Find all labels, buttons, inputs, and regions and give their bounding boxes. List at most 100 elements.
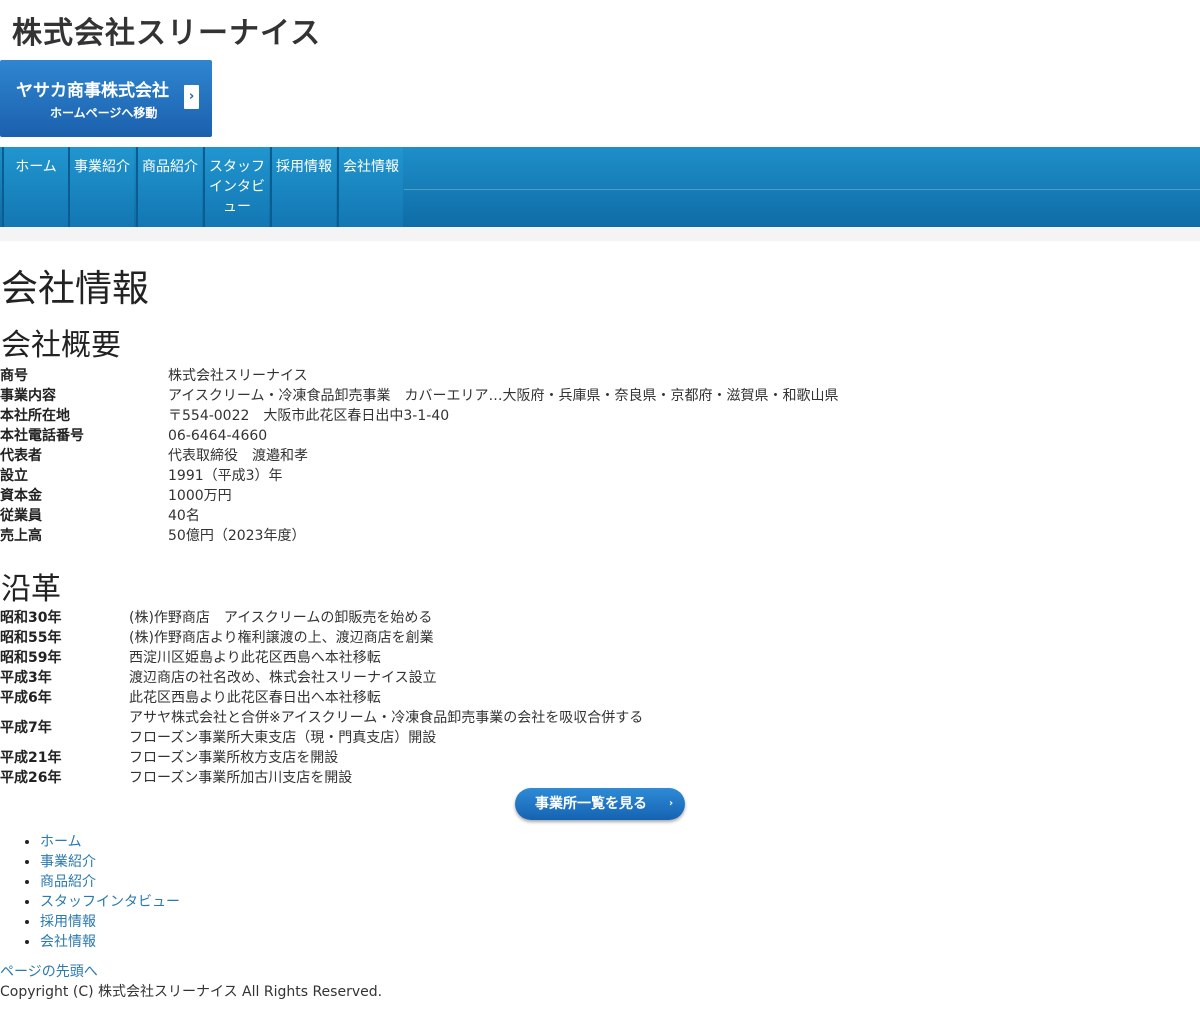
yasaka-homepage-banner[interactable]: ヤサカ商事株式会社 ホームページへ移動 › (0, 60, 212, 137)
table-row: 平成6年 此花区西島より此花区春日出へ本社移転 (0, 688, 643, 708)
history-event-cell: (株)作野商店 アイスクリームの卸販売を始める (129, 608, 643, 628)
history-event: 西淀川区姫島より此花区西島へ本社移転 (129, 650, 381, 666)
footer-link-staff-interview[interactable]: スタッフインタビュー (40, 894, 180, 910)
table-row: 平成26年 フローズン事業所加古川支店を開設 (0, 768, 643, 788)
nav-item-products[interactable]: 商品紹介 (136, 147, 202, 227)
site-title: 株式会社スリーナイス (12, 16, 322, 51)
history-year: 平成7年 (0, 720, 52, 736)
page-title: 会社情報 (1, 267, 149, 310)
chevron-right-icon: › (669, 798, 674, 809)
footer-link-products[interactable]: 商品紹介 (40, 874, 96, 890)
office-list-button[interactable]: 事業所一覧を見る › (515, 788, 685, 820)
global-nav: ホーム 事業紹介 商品紹介 スタッフインタビュー 採用情報 会社情報 (0, 147, 1200, 227)
footer-link-home[interactable]: ホーム (40, 834, 82, 850)
row-value: アイスクリーム・冷凍食品卸売事業 カバーエリア…大阪府・兵庫県・奈良県・京都府・… (168, 388, 839, 404)
list-item: 採用情報 (40, 912, 180, 932)
nav-item-staff-interview[interactable]: スタッフインタビュー (203, 147, 269, 227)
row-value: 〒554-0022 大阪市此花区春日出中3-1-40 (168, 408, 450, 424)
table-row: 本社電話番号 06-6464-4660 (0, 426, 838, 446)
row-label: 本社所在地 (0, 408, 70, 424)
list-item: スタッフインタビュー (40, 892, 180, 912)
table-row: 売上高 50億円（2023年度） (0, 526, 838, 546)
row-label: 事業内容 (0, 388, 56, 404)
list-item: 事業紹介 (40, 852, 180, 872)
table-row: 資本金 1000万円 (0, 486, 838, 506)
table-row: 昭和55年 (株)作野商店より権利譲渡の上、渡辺商店を創業 (0, 628, 643, 648)
chevron-right-icon: › (184, 85, 199, 109)
nav-item-label: 採用情報 (276, 159, 332, 175)
history-heading: 沿革 (1, 572, 61, 607)
nav-item-label: 事業紹介 (74, 159, 130, 175)
history-year: 平成21年 (0, 750, 62, 766)
list-item: 会社情報 (40, 932, 180, 952)
nav-item-label: ホーム (15, 159, 57, 175)
table-row: 代表者 代表取締役 渡邉和孝 (0, 446, 838, 466)
history-event: フローズン事業所枚方支店を開設 (129, 750, 339, 766)
banner-link-text: ホームページへ移動 (50, 106, 158, 120)
row-label: 売上高 (0, 528, 42, 544)
row-label: 資本金 (0, 488, 42, 504)
footer-link-business[interactable]: 事業紹介 (40, 854, 96, 870)
row-label: 従業員 (0, 508, 42, 524)
list-item: ホーム (40, 832, 180, 852)
row-value: 06-6464-4660 (168, 428, 268, 444)
nav-item-label: スタッフインタビュー (209, 159, 265, 215)
footer-nav: ホーム 事業紹介 商品紹介 スタッフインタビュー 採用情報 会社情報 (0, 832, 180, 952)
table-row: 設立 1991（平成3）年 (0, 466, 838, 486)
history-event-cell: フローズン事業所枚方支店を開設 (129, 748, 643, 768)
history-event: (株)作野商店より権利譲渡の上、渡辺商店を創業 (129, 630, 434, 646)
row-value: 株式会社スリーナイス (168, 368, 308, 384)
row-value: 1991（平成3）年 (168, 468, 283, 484)
history-year: 平成6年 (0, 690, 52, 706)
row-value: 50億円（2023年度） (168, 528, 306, 544)
row-label: 商号 (0, 368, 28, 384)
history-year: 昭和59年 (0, 650, 62, 666)
row-value: 代表取締役 渡邉和孝 (168, 448, 308, 464)
table-row: 商号 株式会社スリーナイス (0, 366, 838, 386)
history-event-cell: フローズン事業所加古川支店を開設 (129, 768, 643, 788)
footer-link-recruit[interactable]: 採用情報 (40, 914, 96, 930)
history-event-cell: 此花区西島より此花区春日出へ本社移転 (129, 688, 643, 708)
table-row: 平成7年 アサヤ株式会社と合併※アイスクリーム・冷凍食品卸売事業の会社を吸収合併す… (0, 708, 643, 748)
history-event: フローズン事業所加古川支店を開設 (129, 770, 353, 786)
nav-item-business[interactable]: 事業紹介 (68, 147, 134, 227)
table-row: 平成21年 フローズン事業所枚方支店を開設 (0, 748, 643, 768)
history-event: 此花区西島より此花区春日出へ本社移転 (129, 690, 381, 706)
row-value: 40名 (168, 508, 200, 524)
history-event-cell: アサヤ株式会社と合併※アイスクリーム・冷凍食品卸売事業の会社を吸収合併する フロー… (129, 708, 643, 748)
nav-item-company[interactable]: 会社情報 (337, 147, 403, 227)
row-label: 代表者 (0, 448, 42, 464)
table-row: 従業員 40名 (0, 506, 838, 526)
history-event: 渡辺商店の社名改め、株式会社スリーナイス設立 (129, 670, 437, 686)
nav-item-label: 会社情報 (343, 159, 399, 175)
nav-item-home[interactable]: ホーム (2, 147, 68, 227)
history-event-cell: (株)作野商店より権利譲渡の上、渡辺商店を創業 (129, 628, 643, 648)
history-event-cell: 渡辺商店の社名改め、株式会社スリーナイス設立 (129, 668, 643, 688)
history-year: 平成3年 (0, 670, 52, 686)
table-row: 昭和59年 西淀川区姫島より此花区西島へ本社移転 (0, 648, 643, 668)
company-overview-table: 商号 株式会社スリーナイス 事業内容 アイスクリーム・冷凍食品卸売事業 カバーエリア… (0, 366, 838, 546)
footer-link-company[interactable]: 会社情報 (40, 934, 96, 950)
nav-item-label: 商品紹介 (142, 159, 198, 175)
history-event: (株)作野商店 アイスクリームの卸販売を始める (129, 610, 433, 626)
history-event-cell: 西淀川区姫島より此花区西島へ本社移転 (129, 648, 643, 668)
company-history-table: 昭和30年 (株)作野商店 アイスクリームの卸販売を始める 昭和55年 (株)作野商… (0, 608, 643, 788)
history-event: フローズン事業所大東支店（現・門真支店）開設 (129, 730, 437, 746)
nav-bottom-band (0, 227, 1200, 241)
history-year: 昭和55年 (0, 630, 62, 646)
list-item: 商品紹介 (40, 872, 180, 892)
history-year: 昭和30年 (0, 610, 62, 626)
table-row: 本社所在地 〒554-0022 大阪市此花区春日出中3-1-40 (0, 406, 838, 426)
banner-company-name: ヤサカ商事株式会社 (16, 81, 169, 101)
history-year: 平成26年 (0, 770, 62, 786)
table-row: 事業内容 アイスクリーム・冷凍食品卸売事業 カバーエリア…大阪府・兵庫県・奈良県・… (0, 386, 838, 406)
back-to-top-link[interactable]: ページの先頭へ (0, 962, 98, 982)
copyright: Copyright (C) 株式会社スリーナイス All Rights Rese… (0, 984, 383, 1000)
table-row: 昭和30年 (株)作野商店 アイスクリームの卸販売を始める (0, 608, 643, 628)
row-label: 本社電話番号 (0, 428, 84, 444)
office-list-button-label: 事業所一覧を見る (535, 796, 647, 812)
nav-item-recruit[interactable]: 採用情報 (270, 147, 336, 227)
row-value: 1000万円 (168, 488, 232, 504)
history-event: アサヤ株式会社と合併※アイスクリーム・冷凍食品卸売事業の会社を吸収合併する (129, 710, 644, 726)
row-label: 設立 (0, 468, 28, 484)
